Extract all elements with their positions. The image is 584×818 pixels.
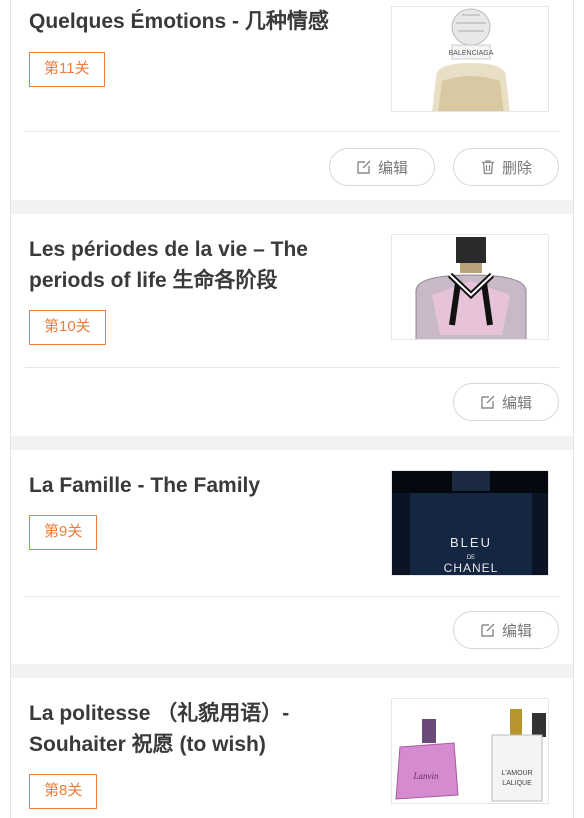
edit-label: 编辑 xyxy=(377,159,408,177)
lesson-title: Les périodes de la vie – The periods of … xyxy=(29,238,308,292)
section-gap xyxy=(11,436,573,450)
divider xyxy=(25,367,559,368)
delete-label: 删除 xyxy=(501,159,532,177)
perfume-bottle-image: BALENCIAGA xyxy=(392,7,548,111)
level-badge: 第10关 xyxy=(29,310,106,345)
divider xyxy=(25,131,559,132)
delete-button[interactable]: 删除 xyxy=(453,148,559,186)
brand-label-right-line2: LALIQUE xyxy=(502,780,532,787)
level-badge: 第9关 xyxy=(29,515,98,550)
section-gap xyxy=(11,664,573,678)
edit-icon xyxy=(481,395,495,409)
brand-label: BALENCIAGA xyxy=(449,50,494,57)
lesson-thumbnail[interactable]: BALENCIAGA xyxy=(391,6,549,112)
perfume-bottles-image: Lanvin L'AMOUR LALIQUE xyxy=(392,699,548,803)
brand-label-line3: CHANEL xyxy=(444,561,499,575)
lesson-card-8[interactable]: La politesse （礼貌用语）- Souhaiter 祝愿 (to wi… xyxy=(11,678,573,818)
lesson-thumbnail[interactable]: BLEU DE CHANEL xyxy=(391,470,549,576)
edit-button[interactable]: 编辑 xyxy=(453,611,559,649)
lesson-card-10[interactable]: Les périodes de la vie – The periods of … xyxy=(11,214,573,436)
lesson-list: Quelques Émotions - 几种情感 第11关 BALENCIAGA… xyxy=(10,0,574,818)
perfume-bottle-image xyxy=(392,235,548,339)
lesson-thumbnail[interactable]: Lanvin L'AMOUR LALIQUE xyxy=(391,698,549,804)
lesson-thumbnail[interactable] xyxy=(391,234,549,340)
lesson-card-11[interactable]: Quelques Émotions - 几种情感 第11关 BALENCIAGA… xyxy=(11,0,573,200)
perfume-bottle-image: BLEU DE CHANEL xyxy=(392,471,548,575)
edit-icon xyxy=(481,623,495,637)
brand-label-left: Lanvin xyxy=(412,771,439,781)
card-actions: 编辑 xyxy=(453,611,559,649)
edit-label: 编辑 xyxy=(501,622,532,640)
level-badge: 第8关 xyxy=(29,774,98,809)
section-gap xyxy=(11,200,573,214)
trash-icon xyxy=(481,160,494,175)
divider xyxy=(25,596,559,597)
edit-icon xyxy=(357,160,371,174)
edit-label: 编辑 xyxy=(501,394,532,412)
card-actions: 编辑 删除 xyxy=(329,148,559,186)
card-actions: 编辑 xyxy=(453,383,559,421)
level-badge: 第11关 xyxy=(29,52,105,87)
edit-button[interactable]: 编辑 xyxy=(453,383,559,421)
brand-label-line1: BLEU xyxy=(450,535,492,550)
brand-label-right-line1: L'AMOUR xyxy=(501,770,532,777)
lesson-title: La Famille - The Family xyxy=(29,474,261,497)
lesson-card-9[interactable]: La Famille - The Family 第9关 BLEU DE CHAN… xyxy=(11,450,573,664)
lesson-title: Quelques Émotions - 几种情感 xyxy=(29,10,329,33)
lesson-title: La politesse （礼貌用语）- Souhaiter 祝愿 (to wi… xyxy=(29,702,290,756)
edit-button[interactable]: 编辑 xyxy=(329,148,435,186)
